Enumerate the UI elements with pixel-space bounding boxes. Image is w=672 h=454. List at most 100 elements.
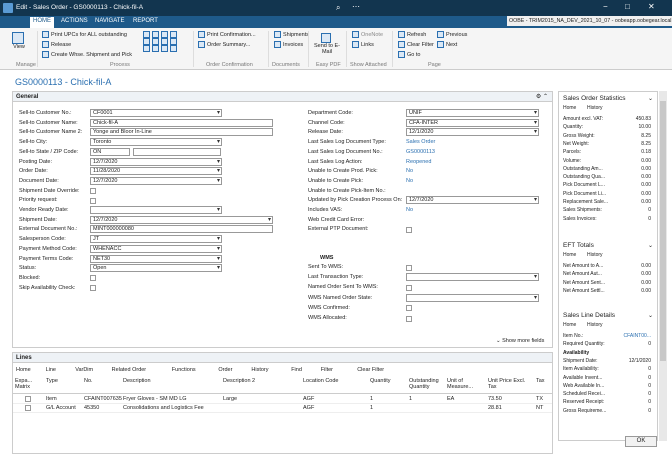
eft-totals-title[interactable]: EFT Totals: [563, 242, 594, 249]
column-outstanding-quantity[interactable]: Outstanding Quantity: [409, 378, 445, 390]
previous-button[interactable]: Previous: [437, 31, 467, 38]
home-toolbar-item[interactable]: Home: [16, 367, 31, 373]
channel-code-input[interactable]: CFA-INTER: [406, 118, 539, 127]
history-toolbar-item[interactable]: History: [251, 367, 268, 373]
minimize-button[interactable]: −: [603, 2, 608, 11]
general-header[interactable]: General: [13, 92, 552, 102]
payment-method-code-input[interactable]: WHENACC: [90, 244, 222, 253]
next-button[interactable]: Next: [437, 41, 457, 48]
sell-to-city-input[interactable]: Toronto: [90, 138, 222, 147]
department-code-input[interactable]: UNIF: [406, 109, 539, 117]
column-unit-price-excl-tax[interactable]: Unit Price Excl. Tax: [488, 378, 534, 390]
sales-line-details-history-link[interactable]: History: [587, 322, 603, 328]
invoices-button[interactable]: Invoices: [274, 41, 303, 48]
refresh-button[interactable]: Refresh: [398, 31, 426, 38]
item-no-value[interactable]: CFAINT00...: [623, 333, 651, 339]
vardim-toolbar-item[interactable]: VarDim: [75, 367, 93, 373]
priority-request-checkbox[interactable]: [90, 197, 96, 204]
sales-order-statistics-collapse-icon[interactable]: ⌄: [648, 95, 653, 102]
wms-named-order-state-input[interactable]: [406, 293, 539, 302]
action-icon[interactable]: [161, 31, 168, 38]
column-unit-of-measure[interactable]: Unit of Measure...: [447, 378, 486, 390]
shipments-button[interactable]: Shipments: [274, 31, 309, 38]
action-icon[interactable]: [152, 31, 159, 38]
create-whse-shipment-button[interactable]: Create Whse. Shipment and Pick: [42, 51, 132, 58]
vendor-ready-date-input[interactable]: [90, 206, 222, 214]
skip-availability-check-checkbox[interactable]: [90, 285, 96, 292]
external-document-no-input[interactable]: MINT000000080: [90, 225, 273, 234]
sales-line-details-collapse-icon[interactable]: ⌄: [648, 312, 653, 319]
posting-date-input[interactable]: 12/7/2020: [90, 157, 222, 166]
action-icon[interactable]: [170, 45, 177, 53]
action-icon[interactable]: [143, 45, 150, 53]
clear-filter-button[interactable]: Clear Filter: [398, 41, 434, 48]
sent-to-wms-checkbox[interactable]: [406, 264, 412, 271]
order-date-input[interactable]: 11/28/2020: [90, 167, 222, 176]
line-toolbar-item[interactable]: Line: [46, 367, 56, 373]
sell-to-customer-name-2-input[interactable]: Yonge and Bloor In-Line: [90, 128, 273, 137]
wms-allocated-checkbox[interactable]: [406, 315, 412, 322]
blocked-checkbox[interactable]: [90, 275, 96, 282]
column-location-code[interactable]: Location Code: [303, 378, 368, 384]
sell-to-customer-no-input[interactable]: CF0001: [90, 109, 222, 117]
action-icon[interactable]: [161, 45, 168, 53]
print-upcs-button[interactable]: Print UPCs for ALL outstanding: [42, 31, 127, 38]
sell-to-state-zip-code-input[interactable]: ON: [90, 147, 130, 156]
column-type[interactable]: Type: [46, 378, 82, 384]
column-description-2[interactable]: Description 2: [223, 378, 301, 384]
salesperson-code-input[interactable]: JT: [90, 235, 222, 244]
action-icon[interactable]: [152, 45, 159, 53]
action-icon[interactable]: [152, 38, 159, 46]
tab-actions[interactable]: ACTIONS: [58, 18, 91, 24]
clear-filter-toolbar-item[interactable]: Clear Filter: [357, 367, 384, 373]
eft-totals-collapse-icon[interactable]: ⌄: [648, 242, 653, 249]
shipment-date-override-checkbox[interactable]: [90, 188, 96, 195]
order-toolbar-item[interactable]: Order: [218, 367, 232, 373]
eft-totals-history-link[interactable]: History: [587, 252, 603, 258]
table-row[interactable]: Item CFAINT007635 Fryer Gloves - SM MD LG L…: [13, 395, 552, 404]
send-email-button[interactable]: Send to E-Mail: [314, 33, 340, 55]
action-icon[interactable]: [161, 38, 168, 46]
more-icon[interactable]: ⋯: [352, 2, 360, 11]
onenote-button[interactable]: OneNote: [352, 31, 383, 38]
status-input[interactable]: Open: [90, 264, 222, 273]
named-order-sent-to-wms-checkbox[interactable]: [406, 284, 412, 291]
updated-by-pick-creation-process-on-input[interactable]: 12/7/2020: [406, 196, 539, 205]
row-select-checkbox[interactable]: [25, 396, 31, 402]
shipment-date-input[interactable]: 12/7/2020: [90, 215, 273, 224]
column-expa-matrix[interactable]: Expa... Matrix: [15, 378, 44, 390]
view-button[interactable]: View: [12, 32, 26, 50]
sales-line-details-home-menu[interactable]: Home: [563, 322, 576, 328]
sales-order-statistics-home-menu[interactable]: Home: [563, 105, 576, 111]
action-icon[interactable]: [143, 31, 150, 38]
document-date-input[interactable]: 12/7/2020: [90, 176, 222, 185]
related-order-toolbar-item[interactable]: Related Order: [112, 367, 147, 373]
links-button[interactable]: Links: [352, 41, 374, 48]
tab-report[interactable]: REPORT: [130, 18, 161, 24]
table-row[interactable]: G/L Account 45350 Consolidations and Logis…: [13, 404, 552, 413]
tab-navigate[interactable]: NAVIGATE: [92, 18, 127, 24]
show-more-fields-link[interactable]: ⌄ Show more fields: [496, 338, 544, 344]
row-select-checkbox[interactable]: [25, 405, 31, 411]
print-confirmation-button[interactable]: Print Confirmation...: [198, 31, 256, 38]
action-icon[interactable]: [170, 31, 177, 38]
action-icon[interactable]: [170, 38, 177, 46]
release-button[interactable]: Release: [42, 41, 71, 48]
ok-button[interactable]: OK: [625, 436, 657, 447]
order-summary-button[interactable]: Order Summary...: [198, 41, 250, 48]
find-toolbar-item[interactable]: Find: [291, 367, 302, 373]
column-quantity[interactable]: Quantity: [370, 378, 407, 384]
sales-line-details-title[interactable]: Sales Line Details: [563, 312, 615, 319]
eft-totals-home-menu[interactable]: Home: [563, 252, 576, 258]
sell-to-state-zip-code-zip-input[interactable]: [132, 147, 222, 156]
external-ptp-document-checkbox[interactable]: [406, 226, 412, 233]
filter-toolbar-item[interactable]: Filter: [321, 367, 333, 373]
maximize-button[interactable]: □: [625, 2, 630, 11]
release-date-input[interactable]: 12/1/2020: [406, 128, 539, 137]
close-button[interactable]: ✕: [648, 2, 655, 11]
sales-order-statistics-history-link[interactable]: History: [587, 105, 603, 111]
sales-order-statistics-title[interactable]: Sales Order Statistics: [563, 95, 626, 102]
wms-confirmed-checkbox[interactable]: [406, 305, 412, 312]
column-tax[interactable]: Tax: [536, 378, 550, 384]
scrollbar-thumb[interactable]: [660, 101, 666, 361]
